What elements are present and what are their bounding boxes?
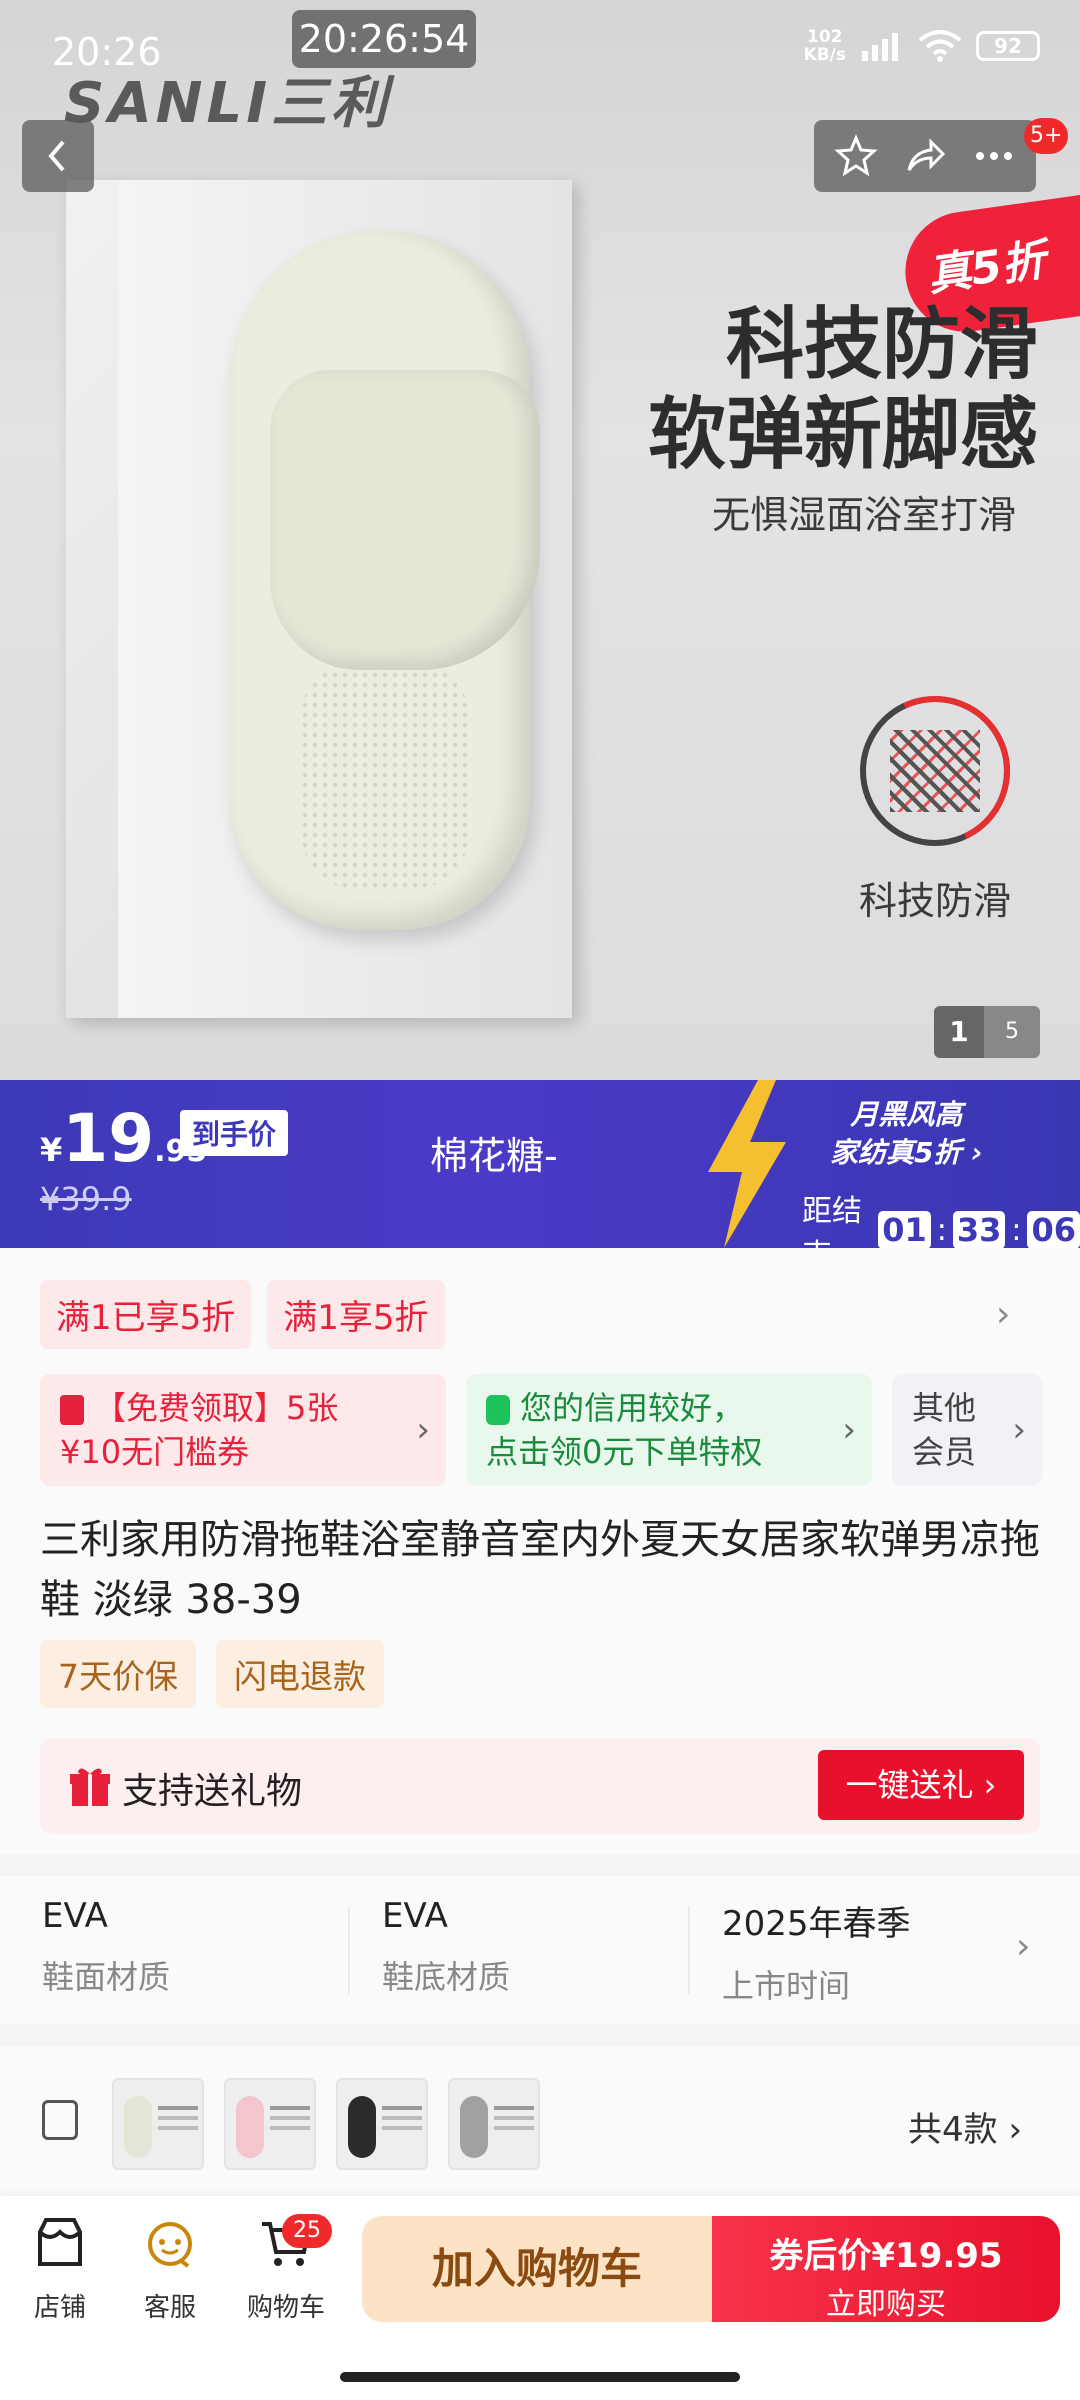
price-tag: 到手价 bbox=[180, 1110, 289, 1156]
bottom-action-bar: 店铺 客服 购物车 25 加入购物车 券后价¥19.95 立即购买 bbox=[0, 2196, 1080, 2400]
coupon-tags[interactable]: 满1已享5折 满1享5折 bbox=[40, 1280, 445, 1349]
sku-name: 棉花糖- bbox=[430, 1134, 558, 1178]
customer-service-icon bbox=[148, 2222, 192, 2268]
spec-row[interactable]: EVA 鞋面材质 EVA 鞋底材质 2025年春季 上市时间 › bbox=[0, 1876, 1080, 2024]
spec-item: 2025年春季 上市时间 bbox=[722, 1904, 911, 2005]
hero-headline: 科技防滑 软弹新脚感 bbox=[647, 300, 1038, 480]
variant-thumb[interactable] bbox=[448, 2078, 540, 2170]
share-icon[interactable] bbox=[903, 134, 947, 178]
product-title: 三利家用防滑拖鞋浴室静音室内外夏天女居家软弹男凉拖鞋 淡绿 38-39 bbox=[40, 1517, 1040, 1623]
chevron-right-icon[interactable]: › bbox=[996, 1294, 1010, 1335]
signal-icon bbox=[862, 33, 898, 61]
slipper-texture bbox=[300, 660, 470, 890]
chevron-left-icon bbox=[48, 140, 65, 172]
nav-customer-service[interactable]: 客服 bbox=[120, 2216, 220, 2324]
wifi-icon bbox=[918, 30, 962, 62]
product-image-carousel[interactable]: SANLI三利 20:26 20:26:54 102 KB/s 92 5+ 真5… bbox=[0, 0, 1080, 1080]
chevron-right-icon: › bbox=[971, 1136, 983, 1169]
credit-privilege-card[interactable]: 您的信用较好， 点击领0元下单特权 › bbox=[466, 1374, 872, 1486]
anti-slip-label: 科技防滑 bbox=[858, 879, 1011, 923]
variant-thumb[interactable] bbox=[336, 2078, 428, 2170]
chevron-right-icon: › bbox=[416, 1410, 430, 1450]
home-indicator[interactable] bbox=[340, 2372, 740, 2382]
send-gift-button[interactable]: 一键送礼 › bbox=[818, 1750, 1024, 1820]
free-coupon-card[interactable]: 【免费领取】5张 ¥10无门槛券 › bbox=[40, 1374, 446, 1486]
chevron-right-icon[interactable]: › bbox=[1016, 1926, 1030, 1967]
store-icon bbox=[38, 2218, 82, 2266]
divider bbox=[348, 1906, 350, 1994]
variant-thumb[interactable] bbox=[224, 2078, 316, 2170]
slipper-strap bbox=[270, 370, 540, 670]
status-time: 20:26 bbox=[52, 30, 162, 74]
lightning-icon bbox=[708, 1080, 786, 1248]
cart-count-badge: 25 bbox=[282, 2214, 332, 2248]
coupon-tag[interactable]: 满1享5折 bbox=[267, 1280, 445, 1349]
add-to-cart-button[interactable]: 加入购物车 bbox=[362, 2216, 712, 2322]
notification-badge: 5+ bbox=[1024, 118, 1069, 154]
buy-now-button[interactable]: 券后价¥19.95 立即购买 bbox=[712, 2216, 1060, 2322]
product-info: 满1已享5折 满1享5折 › 【免费领取】5张 ¥10无门槛券 › 您的信用较好… bbox=[0, 1248, 1080, 1854]
network-speed: 102 KB/s bbox=[803, 27, 846, 65]
top-actions bbox=[814, 120, 1036, 192]
anti-slip-pattern bbox=[890, 730, 980, 812]
variant-count[interactable]: 共4款 › bbox=[908, 2102, 1022, 2151]
event-title[interactable]: 月黑风高 家纺真5折 › bbox=[830, 1096, 983, 1172]
member-card[interactable]: 其他 会员 › bbox=[892, 1374, 1042, 1486]
guarantee-tag[interactable]: 7天价保 bbox=[40, 1640, 196, 1708]
gift-bar: 支持送礼物 一键送礼 › bbox=[40, 1738, 1040, 1834]
coupon-icon bbox=[60, 1395, 84, 1425]
flash-sale-banner[interactable]: ¥ 19 .95 到手价 ¥39.9 棉花糖- 月黑风高 家纺真5折 › 距结束… bbox=[0, 1080, 1080, 1273]
status-icons: 102 KB/s 92 bbox=[804, 28, 1040, 64]
service-guarantees: 7天价保 闪电退款 bbox=[40, 1640, 384, 1708]
status-bar: 20:26 20:26:54 102 KB/s 92 bbox=[0, 0, 1080, 90]
chevron-right-icon: › bbox=[1008, 2110, 1023, 2150]
image-page-indicator: 1 5 bbox=[934, 1006, 1040, 1058]
battery-icon: 92 bbox=[976, 31, 1040, 61]
coupon-tag[interactable]: 满1已享5折 bbox=[40, 1280, 252, 1349]
guarantee-tag[interactable]: 闪电退款 bbox=[216, 1640, 384, 1708]
star-icon[interactable] bbox=[834, 134, 878, 178]
chevron-right-icon: › bbox=[1012, 1410, 1026, 1450]
gift-text: 支持送礼物 bbox=[122, 1771, 303, 1812]
gift-icon bbox=[70, 1768, 110, 1806]
variant-thumb[interactable] bbox=[112, 2078, 204, 2170]
nav-store[interactable]: 店铺 bbox=[10, 2216, 110, 2324]
promo-cards: 【免费领取】5张 ¥10无门槛券 › 您的信用较好， 点击领0元下单特权 › 其… bbox=[40, 1374, 1042, 1486]
spec-item: EVA 鞋面材质 bbox=[42, 1896, 171, 1996]
divider bbox=[688, 1906, 690, 1994]
variant-list-icon bbox=[42, 2100, 78, 2140]
shopping-bag-icon bbox=[486, 1395, 510, 1425]
chevron-right-icon: › bbox=[842, 1410, 856, 1450]
spec-item: EVA 鞋底材质 bbox=[382, 1896, 511, 1996]
original-price: ¥39.9 bbox=[40, 1180, 132, 1218]
back-button[interactable] bbox=[22, 120, 94, 192]
hero-subheadline: 无惧湿面浴室打滑 bbox=[711, 493, 1016, 537]
clock-overlay: 20:26:54 bbox=[292, 10, 476, 68]
more-icon[interactable] bbox=[972, 134, 1016, 178]
